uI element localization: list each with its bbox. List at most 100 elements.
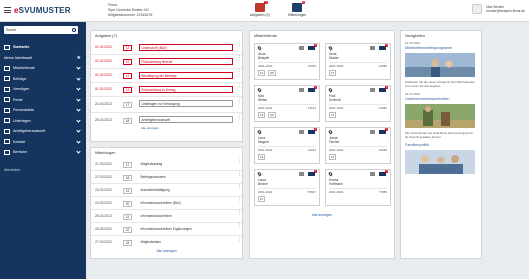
- card-icon[interactable]: [299, 172, 304, 176]
- more-icon[interactable]: ⋮: [237, 224, 242, 232]
- card-icon[interactable]: [370, 46, 375, 50]
- employees-card: Mitarbeitende 1 Anna Beispiel 2001-2022 12…: [249, 30, 395, 259]
- sidebar-item-bereiche[interactable]: Bereiche: [0, 147, 86, 158]
- card-icon[interactable]: [370, 172, 375, 176]
- more-icon[interactable]: ⋮: [237, 211, 242, 219]
- list-item[interactable]: 26.03.2022 22 Informationsschreiben Ergänz…: [91, 223, 242, 236]
- employee-card[interactable]: 1 Anna Beispiel 2001-2022 12345 14 00: [254, 43, 320, 80]
- table-row[interactable]: 22.03.2022 17 Unterlagen zur Versorgung …: [91, 97, 242, 113]
- info-icon: [4, 128, 10, 134]
- list-item[interactable]: 21.03.2022 17 Mitgliedsantrag ⋮: [91, 158, 242, 171]
- sidebar: Suche Startseite Meine Arbeitswelt ★ Mita…: [0, 22, 86, 279]
- more-icon[interactable]: ⋮: [237, 159, 242, 167]
- news-title: Neuigkeiten: [405, 34, 426, 38]
- user-email: muster@beispiel-firma.de: [486, 9, 525, 13]
- more-icon[interactable]: ⋮: [237, 237, 242, 245]
- more-icon[interactable]: ⋮: [237, 99, 242, 107]
- employee-card[interactable]: 1 Emma Hoffmann 2001-2022 77889: [325, 169, 391, 206]
- show-all-link[interactable]: Alle anzeigen: [91, 249, 242, 253]
- mail-icon[interactable]: 1: [308, 86, 317, 92]
- document-icon: [4, 118, 10, 124]
- tasks-title: Aufgaben (7): [95, 34, 117, 38]
- sidebar-item-rente[interactable]: Rente: [0, 95, 86, 106]
- sidebar-item-personalakte[interactable]: Personalakte: [0, 105, 86, 116]
- more-icon[interactable]: ⋮: [237, 185, 242, 193]
- list-item[interactable]: 24.03.2022 20 Informationsschreiben (BAV) ⋮: [91, 197, 242, 210]
- chevron-down-icon: [76, 149, 81, 154]
- more-icon[interactable]: ⋮: [237, 115, 242, 123]
- news-item[interactable]: 01.03.2022 Mitarbeitervorteilsprogramm E…: [401, 41, 481, 88]
- user-menu[interactable]: Max Muster muster@beispiel-firma.de: [472, 4, 525, 14]
- news-item[interactable]: 02.03.2022 Unternehmensnachrichten Wie U…: [401, 92, 481, 139]
- card-icon[interactable]: [299, 130, 304, 134]
- sidebar-item-vermoegen[interactable]: Vermögen: [0, 84, 86, 95]
- list-item[interactable]: 25.03.2022 21 Informationsschreiben ⋮: [91, 210, 242, 223]
- messages-notification[interactable]: 1 Mitteilungen: [288, 1, 306, 17]
- mail-icon[interactable]: 1: [308, 44, 317, 50]
- sidebar-item-kontakt[interactable]: Kontakt: [0, 137, 86, 148]
- location-icon: [257, 87, 262, 93]
- location-icon: [328, 45, 333, 51]
- euro-icon: [4, 76, 10, 82]
- mail-icon[interactable]: 2: [379, 44, 388, 50]
- logout-link[interactable]: Abmelden: [4, 168, 20, 172]
- tasks-icon: 2: [254, 1, 268, 12]
- card-icon[interactable]: [299, 46, 304, 50]
- table-row[interactable]: 01.02.2022 12 Unterschrift (BAV) ⋮: [91, 41, 242, 55]
- employee-card[interactable]: 2 Anna Muster 2001-2022 24689 17: [325, 43, 391, 80]
- mail-icon[interactable]: 1: [308, 170, 317, 176]
- news-image[interactable]: [405, 53, 475, 77]
- location-icon: [257, 171, 262, 177]
- more-icon[interactable]: ⋮: [237, 56, 242, 64]
- mail-icon[interactable]: 1: [379, 128, 388, 134]
- list-item[interactable]: 22.03.2022 18 Beitragsnachweis ⋮: [91, 171, 242, 184]
- table-row[interactable]: 01.02.2022 12 Bestätigung der Beiträge ⋮: [91, 69, 242, 83]
- employee-card[interactable]: 1 Paul Schmidt 2001-2022 24680 17: [325, 85, 391, 122]
- location-icon: [328, 87, 333, 93]
- star-icon: ★: [76, 54, 81, 61]
- mail-icon[interactable]: 1: [308, 128, 317, 134]
- sidebar-item-arbeitswelt[interactable]: Meine Arbeitswelt ★: [0, 53, 86, 64]
- employee-card[interactable]: 1 Laura Becker 2001-2022 55667 27: [254, 169, 320, 206]
- location-icon: [257, 45, 262, 51]
- table-row[interactable]: 25.03.2022 18 Arbeitgeberauskunft Alle a…: [91, 113, 242, 133]
- table-row[interactable]: 01.02.2022 12 Rückmeldung fehlend ⋮: [91, 55, 242, 69]
- sidebar-item-unterlagen[interactable]: Unterlagen: [0, 116, 86, 127]
- messages-card: Mitteilungen 21.03.2022 17 Mitgliedsantrag…: [90, 147, 243, 259]
- sidebar-nav: Startseite Meine Arbeitswelt ★ Mitarbeite…: [0, 42, 86, 158]
- employee-card[interactable]: 1 Jonas Fischer 2001-2022 33445 17: [325, 127, 391, 164]
- card-icon[interactable]: [370, 88, 375, 92]
- sidebar-item-startseite[interactable]: Startseite: [0, 42, 86, 53]
- account-info: Firma Sym Gewerbe Muster AG Mitgliedsnum…: [108, 3, 152, 18]
- logo[interactable]: eSVUMUSTER: [14, 6, 71, 15]
- card-icon[interactable]: [299, 88, 304, 92]
- employee-card[interactable]: 1 Lena Wagner 2001-2022 11223 14: [254, 127, 320, 164]
- more-icon[interactable]: ⋮: [237, 42, 242, 50]
- sidebar-item-beitraege[interactable]: Beiträge: [0, 74, 86, 85]
- card-icon[interactable]: [370, 130, 375, 134]
- list-item[interactable]: 23.03.2022 19 Anmeldebestätigung ⋮: [91, 184, 242, 197]
- mail-icon[interactable]: 1: [379, 170, 388, 176]
- search-input[interactable]: Suche: [4, 26, 78, 34]
- pension-icon: [4, 97, 10, 103]
- mail-icon[interactable]: 1: [379, 86, 388, 92]
- more-icon[interactable]: ⋮: [237, 84, 242, 92]
- tasks-notification[interactable]: 2 Aufgaben (2): [250, 1, 270, 17]
- list-item[interactable]: 27.03.2022 23 Mitgliedsdaten ⋮: [91, 236, 242, 249]
- sidebar-item-mitarbeitende[interactable]: Mitarbeitende: [0, 63, 86, 74]
- wallet-icon: [4, 86, 10, 92]
- search-icon[interactable]: [72, 27, 76, 32]
- show-all-link[interactable]: Alle anzeigen: [250, 213, 394, 217]
- employee-card[interactable]: 1 Max Weber 2001-2022 13579 14 00: [254, 85, 320, 122]
- more-icon[interactable]: ⋮: [237, 172, 242, 180]
- table-row[interactable]: 01.02.2022 12 Rückmeldung zu Antrag ⋮: [91, 83, 242, 97]
- people-icon: [4, 65, 10, 71]
- more-icon[interactable]: ⋮: [237, 70, 242, 78]
- more-icon[interactable]: ⋮: [237, 198, 242, 206]
- news-image[interactable]: [405, 150, 475, 174]
- menu-icon[interactable]: [4, 7, 11, 13]
- sidebar-item-auskunft[interactable]: Arbeitgeberauskunft: [0, 126, 86, 137]
- news-item[interactable]: Familienpolitik: [401, 143, 481, 177]
- show-all-link[interactable]: Alle anzeigen: [141, 126, 159, 130]
- news-image[interactable]: [405, 104, 475, 128]
